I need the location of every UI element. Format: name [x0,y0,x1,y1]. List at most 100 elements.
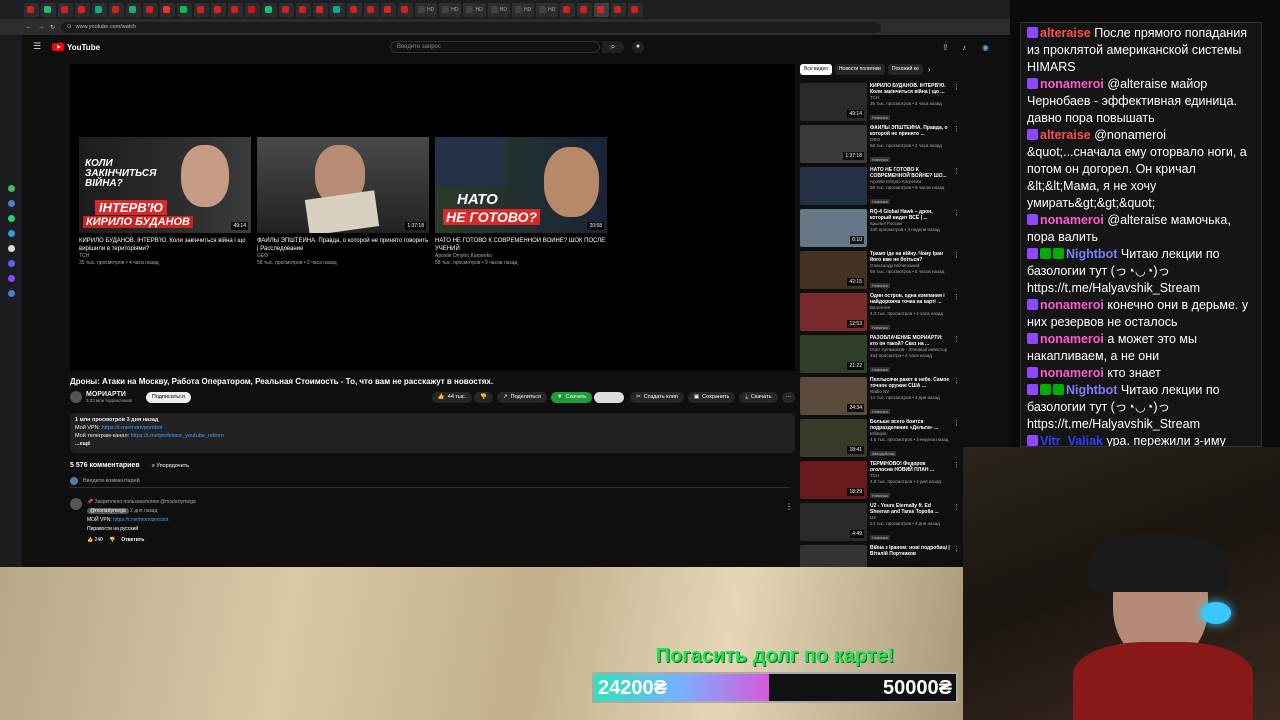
more-vert-icon[interactable]: ⋮ [953,209,960,249]
related-thumbnail[interactable]: 24:34 [800,377,867,415]
related-thumbnail[interactable]: 18:41 [800,419,867,457]
related-video-item[interactable]: 4:49 U2 - Yours Eternally ft. Ed Sheeran … [800,503,960,543]
browser-tab[interactable] [126,2,141,17]
endcard-thumbnail[interactable]: 1:37:18 [257,137,429,233]
browser-tab[interactable] [381,2,396,17]
related-video-item[interactable]: 18:29 ТЕРМІНОВО! Федоров оголосив НОВИЙ П… [800,461,960,501]
description-box[interactable]: 1 млн просмотров 3 дня назад Мой VPN: ht… [70,413,795,453]
browser-tab[interactable] [228,2,243,17]
related-title[interactable]: Больше всего боится подразделение «Дельт… [870,419,950,431]
related-title[interactable]: РАЗОБЛАЧЕНИЕ МОРИАРТИ: кто он такой? Ска… [870,335,950,347]
browser-tab[interactable]: HD [463,2,486,17]
related-title[interactable]: RQ-4 Global Hawk – дрон, который видит В… [870,209,950,221]
related-title[interactable]: Війна з Іраном: нові подробиці | Віталій… [870,545,950,557]
browser-tab[interactable] [75,2,90,17]
related-title[interactable]: Один остров, одна компания і найдорожча … [870,293,950,305]
comment-author[interactable]: @moriartymega [87,508,129,514]
browser-tab[interactable]: HD [511,2,535,17]
comment-input[interactable]: Введите комментарий [70,477,790,488]
browser-tab[interactable] [577,2,593,17]
more-vert-icon[interactable]: ⋮ [953,377,960,417]
more-vert-icon[interactable]: ⋮ [953,293,960,333]
back-icon[interactable]: ← [26,24,32,30]
browser-tab[interactable] [330,2,345,17]
share-button[interactable]: ↗ Поделиться [497,391,548,403]
voice-search-button[interactable]: ● [632,41,644,53]
sidebar-app-icon[interactable] [7,185,15,192]
create-icon[interactable]: ⇪ [942,43,949,52]
browser-tab[interactable] [58,2,73,17]
browser-tab[interactable] [398,2,413,17]
more-vert-icon[interactable]: ⋮ [953,251,960,291]
sidebar-app-icon[interactable] [7,230,15,237]
browser-tab[interactable]: HD [439,2,462,17]
sort-button[interactable]: ≡ Упорядочить [152,463,189,469]
related-video-item[interactable]: 24:34 Полтысячи ракет в небе. Самое точно… [800,377,960,417]
browser-tab[interactable] [160,2,175,17]
download-green-button[interactable]: ▼ Скачать [551,391,593,403]
related-video-item[interactable]: 12:53 Один остров, одна компания і найдор… [800,293,960,333]
more-vert-icon[interactable]: ⋮ [953,503,960,543]
show-more-link[interactable]: ...ещё [75,440,790,448]
chat-username[interactable]: nonameroi [1040,213,1104,227]
browser-tab[interactable] [41,2,56,17]
related-video-item[interactable]: 49:14 КИРИЛО БУДАНОВ. ІНТЕРВ'Ю. Коли закі… [800,83,960,123]
browser-tab[interactable] [92,2,107,17]
endcard-video[interactable]: НАТО НЕ ГОТОВО? 20:58 НАТО НЕ ГОТОВО К С… [435,137,607,267]
description-link[interactable]: https://t.me/morivpnrobot [102,425,163,431]
channel-avatar[interactable] [70,391,82,403]
more-actions-button[interactable]: ⋯ [781,391,795,403]
sidebar-app-icon[interactable] [7,290,15,297]
chat-username[interactable]: Nightbot [1066,383,1117,397]
dislike-button[interactable]: 👎 [474,391,494,403]
browser-tab[interactable] [245,2,260,17]
related-title[interactable]: ТЕРМІНОВО! Федоров оголосив НОВИЙ ПЛАН .… [870,461,950,473]
chat-username[interactable]: alteraise [1040,26,1091,40]
chip-politics[interactable]: Новости политики [834,64,885,75]
save-button[interactable]: ▣ Сохранить [687,391,736,403]
browser-tab[interactable] [279,2,294,17]
related-channel[interactable]: Олег Артамонов - Ленивый инвестор [870,347,950,353]
site-info-icon[interactable]: ⊙ [67,24,72,30]
related-title[interactable]: U2 - Yours Eternally ft. Ed Sheeran and … [870,503,950,515]
related-thumbnail[interactable]: 21:22 [800,335,867,373]
browser-tab[interactable] [611,2,627,17]
chat-username[interactable]: Vitr_Valiak [1040,434,1103,446]
forward-icon[interactable]: → [38,24,44,30]
browser-tab[interactable] [211,2,226,17]
related-thumbnail[interactable]: 6:10 [800,209,867,247]
chevron-right-icon[interactable]: › [928,65,931,74]
more-vert-icon[interactable]: ⋮ [953,83,960,123]
chat-username[interactable]: Nightbot [1066,247,1117,261]
sidebar-app-icon[interactable] [7,245,15,252]
chat-username[interactable]: alteraise [1040,128,1091,142]
comment-dislike-icon[interactable]: 👎 [109,536,115,545]
browser-tab[interactable] [262,2,277,17]
sidebar-app-icon[interactable] [7,200,15,207]
endcard-title[interactable]: ФАЙЛЫ ЭПШТЕЙНА. Правда, о которой не при… [257,237,429,253]
related-thumbnail[interactable]: 18:29 [800,461,867,499]
related-video-item[interactable]: 1:37:18 ФАЙЛЫ ЭПШТЕЙНА. Правда, о которой… [800,125,960,165]
browser-tab[interactable] [296,2,311,17]
endcard-title[interactable]: КИРИЛО БУДАНОВ. ІНТЕРВ'Ю. Коли закінчить… [79,237,251,253]
related-thumbnail[interactable]: 4:49 [800,503,867,541]
sidebar-app-icon[interactable] [7,275,15,282]
related-title[interactable]: Трамп іде на війну. Чому Іран його вже н… [870,251,950,263]
commenter-avatar[interactable] [70,498,82,510]
endcard-video[interactable]: 1:37:18 ФАЙЛЫ ЭПШТЕЙНА. Правда, о которо… [257,137,429,267]
browser-tab[interactable] [594,2,610,17]
browser-tab[interactable] [364,2,379,17]
video-player[interactable]: КОЛИ ЗАКІНЧИТЬСЯ ВІЙНА? ІНТЕРВ'Ю КИРИЛО … [70,64,795,371]
search-button[interactable]: ⌕ [602,41,624,53]
endcard-title[interactable]: НАТО НЕ ГОТОВО К СОВРЕМЕННОЙ ВОЙНЕ? ШОК … [435,237,607,253]
description-link[interactable]: https://t.me/professor_youtube_reborn [131,433,224,439]
avatar[interactable]: ◉ [982,43,989,52]
chat-username[interactable]: nonameroi [1040,77,1104,91]
channel-name[interactable]: МОРИАРТИ [86,391,132,398]
related-title[interactable]: КИРИЛО БУДАНОВ. ІНТЕРВ'Ю. Коли закінчить… [870,83,950,95]
related-title[interactable]: НАТО НЕ ГОТОВО К СОВРЕМЕННОЙ ВОЙНЕ? ШО..… [870,167,950,179]
related-title[interactable]: Полтысячи ракет в небе. Самое точное ору… [870,377,950,389]
comment-like-button[interactable]: 👍 240 [87,536,103,545]
browser-tab[interactable] [560,2,576,17]
more-vert-icon[interactable]: ⋮ [953,167,960,207]
